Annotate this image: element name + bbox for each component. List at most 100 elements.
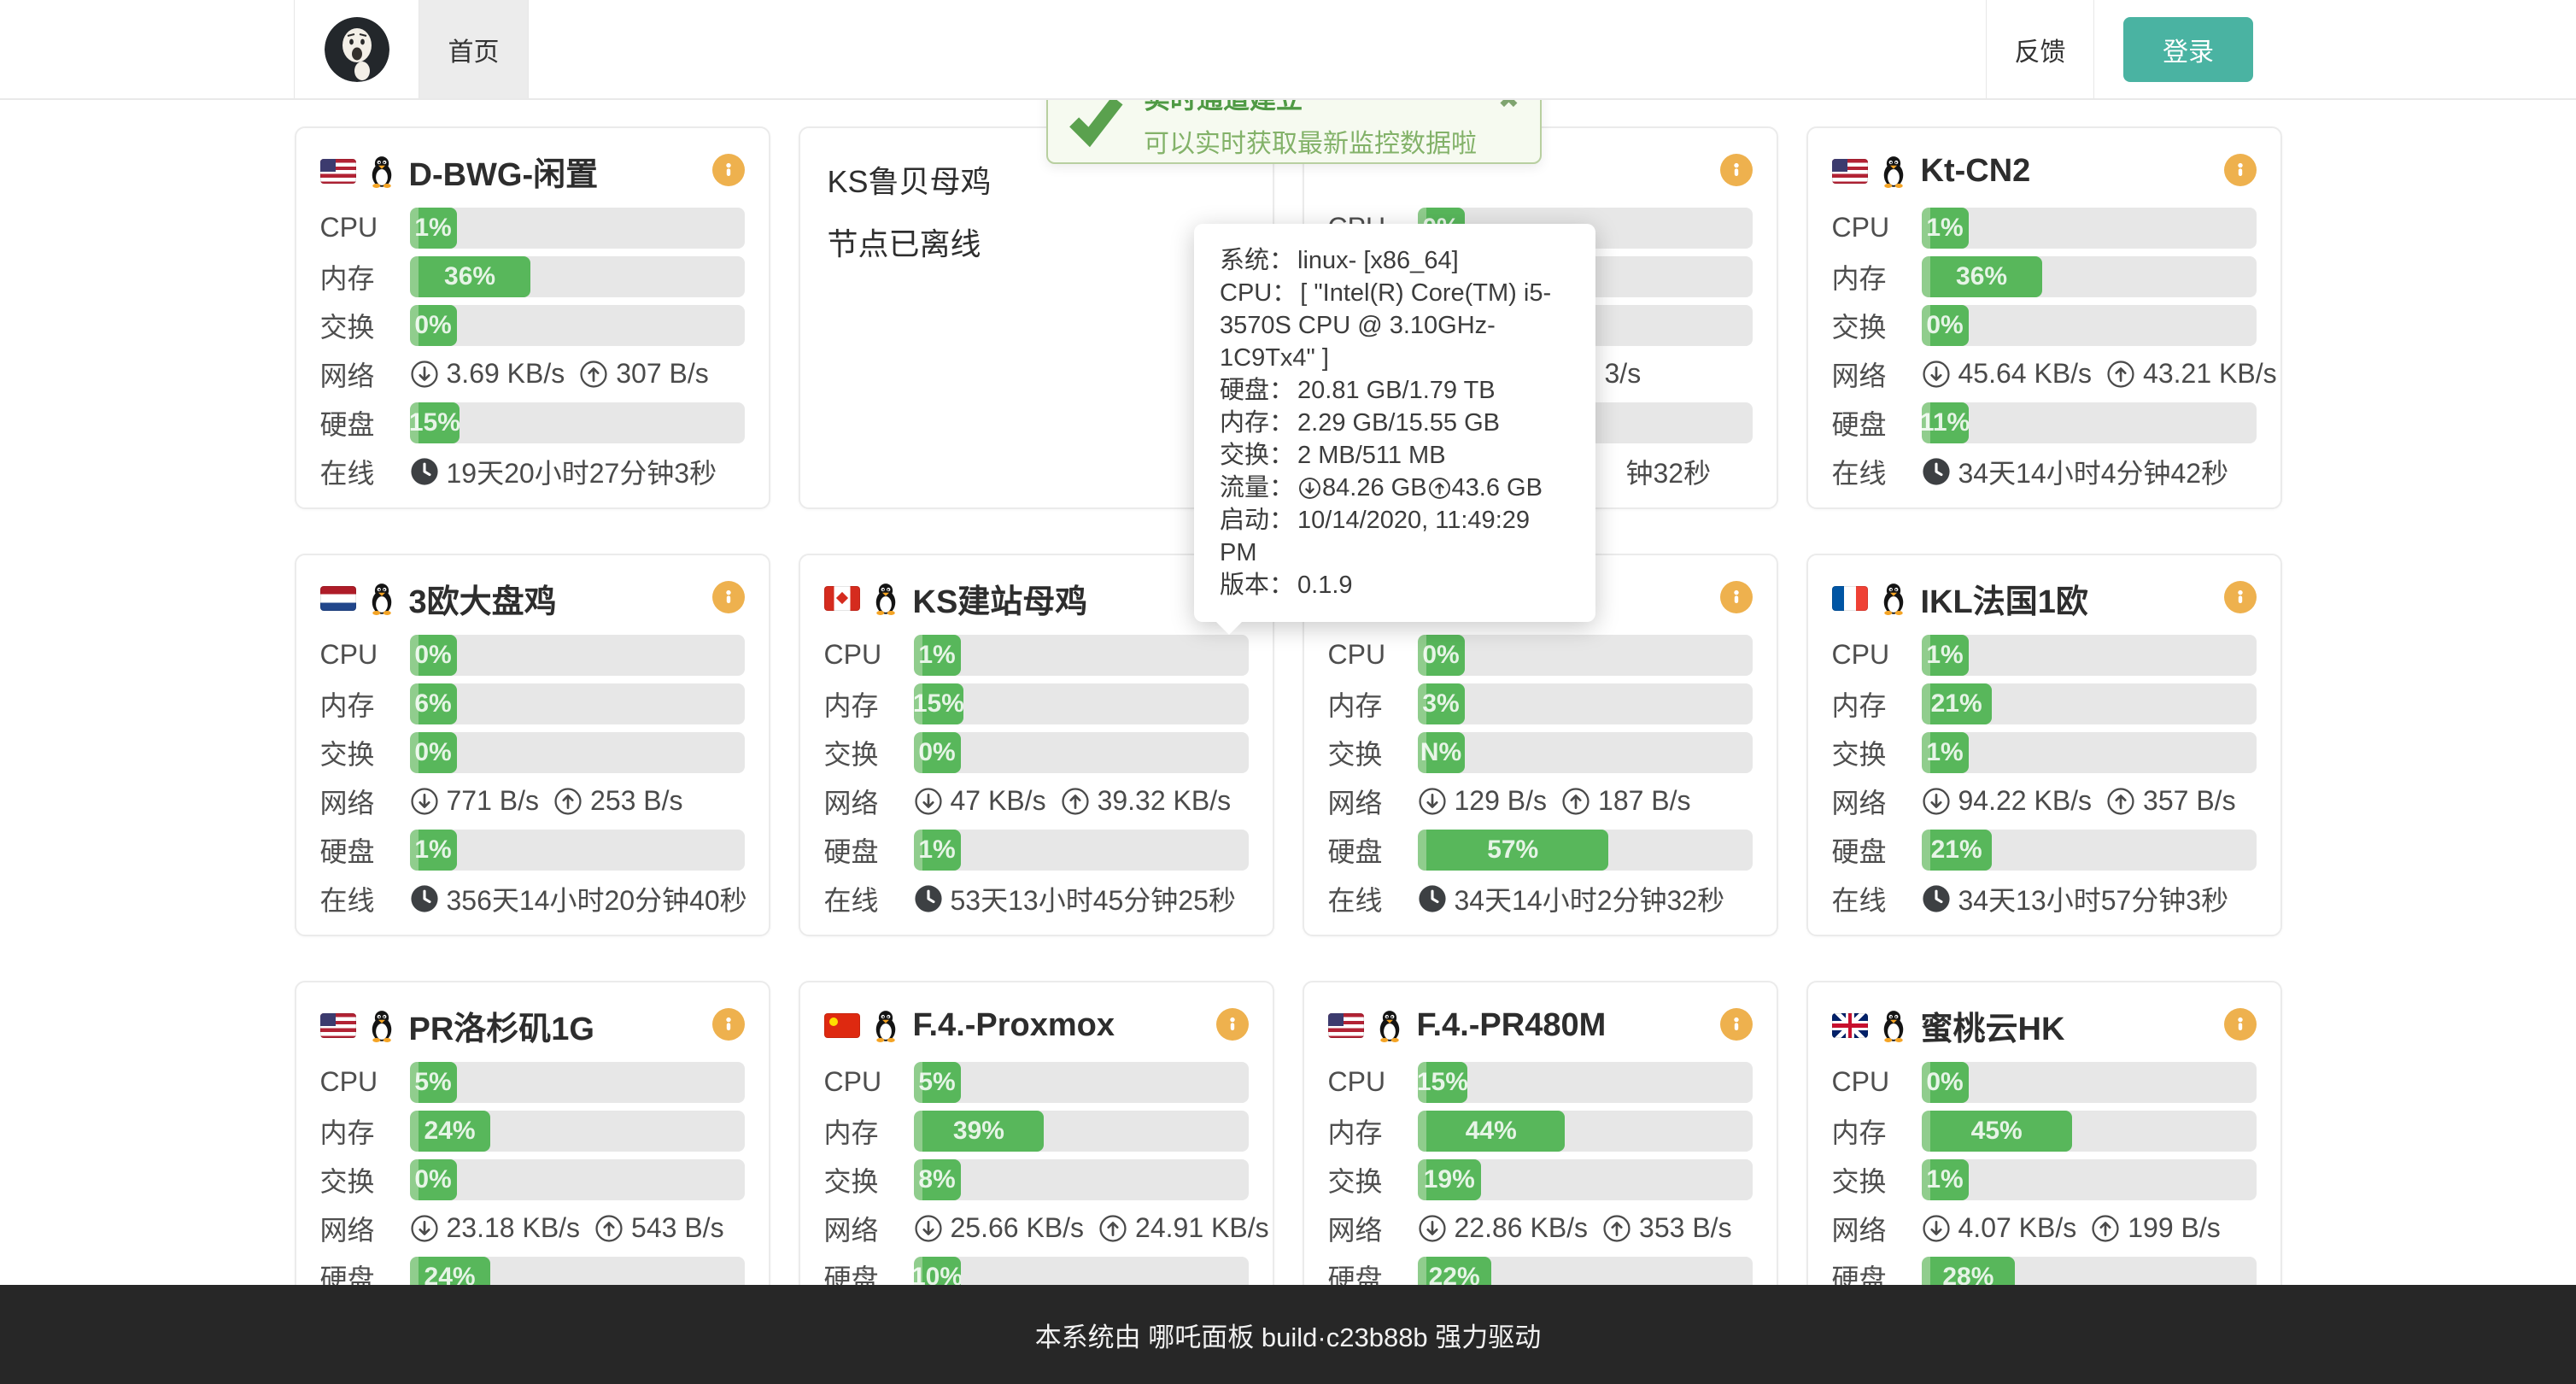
server-card-header: 蜜桃云HK xyxy=(1832,998,2257,1053)
memory-row: 内存 39% xyxy=(824,1106,1249,1155)
download-speed: 47 KB/s xyxy=(951,785,1046,817)
memory-label: 内存 xyxy=(1832,684,1922,724)
download-arrow-icon xyxy=(410,360,439,389)
memory-label: 内存 xyxy=(320,257,410,296)
uptime-body: 34天14小时4分钟42秒 xyxy=(1922,452,2229,491)
network-row: 网络 25.66 KB/s 24.91 KB/s xyxy=(824,1204,1249,1252)
upload-speed: 199 B/s xyxy=(2128,1212,2221,1244)
swap-row: 交换 0% xyxy=(824,728,1249,777)
uptime-text: 34天14小时4分钟42秒 xyxy=(1958,452,2229,491)
swap-progressbar: 0% xyxy=(410,1159,745,1200)
info-icon[interactable] xyxy=(2224,581,2257,613)
server-name: PR洛杉矶1G xyxy=(409,1002,594,1049)
memory-label: 内存 xyxy=(320,684,410,724)
info-icon[interactable] xyxy=(1720,1008,1753,1041)
upload-arrow-icon xyxy=(1602,1214,1631,1243)
disk-label: 硬盘 xyxy=(320,830,410,870)
online-label: 在线 xyxy=(824,879,914,918)
network-speeds: 45.64 KB/s 43.21 KB/s xyxy=(1922,358,2277,390)
site-logo-avatar[interactable] xyxy=(325,17,389,82)
server-name: KS建站母鸡 xyxy=(913,575,1088,622)
swap-label: 交换 xyxy=(320,1160,410,1199)
tooltip-system-line: 系统：linux- [x86_64] xyxy=(1220,244,1570,277)
info-icon[interactable] xyxy=(1720,581,1753,613)
cpu-progressbar: 1% xyxy=(1922,635,2257,676)
info-icon[interactable] xyxy=(2224,1008,2257,1041)
linux-tux-icon xyxy=(1876,1008,1911,1042)
cpu-row: CPU 1% xyxy=(320,203,745,252)
uptime-text: 19天20小时27分钟3秒 xyxy=(447,452,717,491)
country-flag-icon xyxy=(320,586,356,611)
tab-home-label: 首页 xyxy=(448,31,500,68)
download-speed: 129 B/s xyxy=(1455,785,1548,817)
cpu-progress-fill: 5% xyxy=(410,1062,457,1103)
network-row: 网络 94.22 KB/s 357 B/s xyxy=(1832,777,2257,825)
network-row: 网络 23.18 KB/s 543 B/s xyxy=(320,1204,745,1252)
tooltip-disk-line: 硬盘：20.81 GB/1.79 TB xyxy=(1220,374,1570,407)
cpu-progressbar: 15% xyxy=(1418,1062,1753,1103)
disk-label: 硬盘 xyxy=(1832,830,1922,870)
swap-label: 交换 xyxy=(320,733,410,772)
info-icon[interactable] xyxy=(712,154,745,186)
cpu-progressbar: 0% xyxy=(1922,1062,2257,1103)
cpu-progressbar: 1% xyxy=(1922,208,2257,249)
memory-progress-fill: 45% xyxy=(1922,1111,2072,1152)
disk-progress-fill: 11% xyxy=(1922,402,1969,443)
download-speed: 771 B/s xyxy=(447,785,540,817)
download-speed: 23.18 KB/s xyxy=(447,1212,581,1244)
uptime-text: 356天14小时20分钟40秒 xyxy=(447,879,747,918)
swap-progress-fill: 0% xyxy=(410,732,457,773)
disk-progressbar: 57% xyxy=(1418,830,1753,871)
upload-arrow-icon xyxy=(1561,787,1590,816)
swap-progressbar: 19% xyxy=(1418,1159,1753,1200)
swap-row: 交换 1% xyxy=(1832,1155,2257,1204)
uptime-body: 356天14小时20分钟40秒 xyxy=(410,879,747,918)
swap-label: 交换 xyxy=(1832,306,1922,345)
upload-arrow-icon xyxy=(1428,477,1451,500)
cpu-progressbar: 0% xyxy=(1418,635,1753,676)
upload-speed: 353 B/s xyxy=(1639,1212,1732,1244)
linux-tux-icon xyxy=(869,1008,903,1042)
footer-text: 本系统由 哪吒面板 build·c23b88b 强力驱动 xyxy=(1035,1316,1542,1354)
cpu-label: CPU xyxy=(1832,1066,1922,1098)
disk-label: 硬盘 xyxy=(1328,830,1418,870)
network-label: 网络 xyxy=(320,782,410,821)
info-icon[interactable] xyxy=(712,581,745,613)
upload-arrow-icon xyxy=(2091,1214,2120,1243)
info-icon[interactable] xyxy=(1216,1008,1249,1041)
memory-row: 内存 45% xyxy=(1832,1106,2257,1155)
memory-progress-fill: 39% xyxy=(914,1111,1045,1152)
info-icon[interactable] xyxy=(712,1008,745,1041)
server-name: D-BWG-闲置 xyxy=(409,148,599,195)
linux-tux-icon xyxy=(365,1008,399,1042)
cpu-progress-fill: 1% xyxy=(914,635,961,676)
download-arrow-icon xyxy=(1922,1214,1951,1243)
info-icon[interactable] xyxy=(1720,154,1753,186)
clock-icon xyxy=(914,884,943,913)
feedback-link[interactable]: 反馈 xyxy=(1986,0,2094,98)
server-card: IKL法国1欧 CPU 1% 内存 21% 交换 1% xyxy=(1806,554,2282,936)
memory-row: 内存 44% xyxy=(1328,1106,1753,1155)
tooltip-traffic-line: 流量： 84.26 GB 43.6 GB xyxy=(1220,472,1570,504)
swap-progressbar: 0% xyxy=(410,732,745,773)
upload-speed: 43.21 KB/s xyxy=(2143,358,2277,390)
network-speed-fragment: 3/s xyxy=(1605,358,1642,390)
info-icon[interactable] xyxy=(2224,154,2257,186)
tooltip-cpu-line: CPU：[ "Intel(R) Core(TM) i5-3570S CPU @ … xyxy=(1220,277,1570,374)
server-card-header: 3欧大盘鸡 xyxy=(320,571,745,625)
memory-label: 内存 xyxy=(320,1111,410,1151)
memory-label: 内存 xyxy=(1328,1111,1418,1151)
tab-home[interactable]: 首页 xyxy=(419,0,529,98)
login-button[interactable]: 登录 xyxy=(2123,17,2253,82)
swap-progressbar: 1% xyxy=(1922,1159,2257,1200)
uptime-body: 34天14小时2分钟32秒 xyxy=(1418,879,1725,918)
cpu-label: CPU xyxy=(1832,639,1922,671)
swap-row: 交换 N% xyxy=(1328,728,1753,777)
server-name: 3欧大盘鸡 xyxy=(409,575,557,622)
server-name: Kt-CN2 xyxy=(1921,153,2031,190)
swap-progress-fill: 0% xyxy=(1922,305,1969,346)
memory-progressbar: 44% xyxy=(1418,1111,1753,1152)
network-row: 网络 45.64 KB/s 43.21 KB/s xyxy=(1832,349,2257,398)
network-speeds: 771 B/s 253 B/s xyxy=(410,785,683,817)
network-speeds: 23.18 KB/s 543 B/s xyxy=(410,1212,724,1244)
